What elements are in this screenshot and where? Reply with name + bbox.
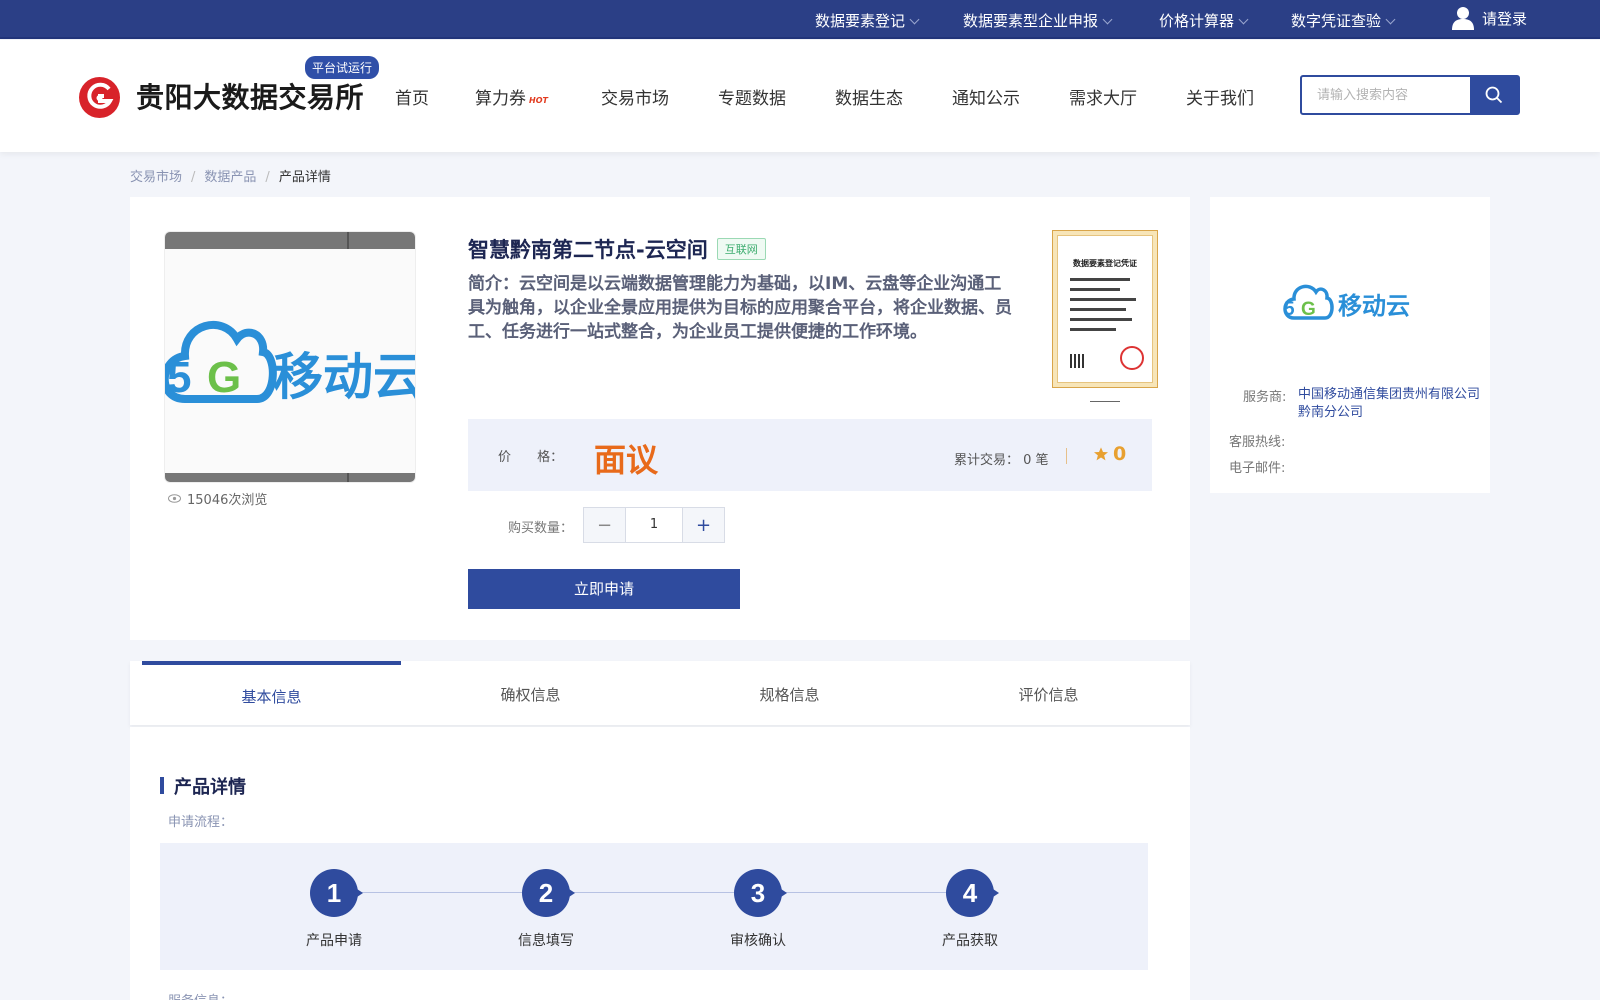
brand-name[interactable]: 贵阳大数据交易所: [136, 76, 364, 116]
apply-now-button[interactable]: 立即申请: [468, 569, 740, 609]
search-icon: [1485, 86, 1503, 104]
image-top-bar: [165, 232, 415, 249]
step-4-label: 产品获取: [942, 933, 998, 949]
detail-tabs: 基本信息 确权信息 规格信息 评价信息: [130, 661, 1190, 725]
svg-text:移动云: 移动云: [1338, 292, 1410, 320]
cumulative-trades: 累计交易： 0 笔: [954, 453, 1049, 468]
process-label: 申请流程：: [168, 815, 234, 830]
quantity-label: 购买数量：: [508, 521, 574, 536]
quantity-value[interactable]: 1: [625, 508, 683, 542]
nav-announcements[interactable]: 通知公示: [952, 84, 1020, 109]
service-info-label: 服务信息：: [168, 990, 233, 1000]
hot-badge: HOT: [529, 96, 548, 105]
step-3-label: 审核确认: [730, 933, 786, 949]
topbar-link-enterprise-declaration[interactable]: 数据要素型企业申报: [963, 10, 1113, 31]
nav-trading-market[interactable]: 交易市场: [601, 84, 669, 109]
step-4-badge: 4: [946, 869, 999, 917]
search-button[interactable]: [1470, 77, 1518, 113]
svg-text:5: 5: [167, 353, 191, 402]
star-icon: [1094, 447, 1108, 461]
provider-name[interactable]: 中国移动通信集团贵州有限公司黔南分公司: [1298, 386, 1483, 422]
price-value: 面议: [594, 441, 659, 479]
increase-button[interactable]: +: [683, 508, 724, 542]
step-3-badge: 3: [734, 869, 787, 917]
exchange-logo-icon[interactable]: [79, 77, 120, 118]
topbar-link-price-calculator[interactable]: 价格计算器: [1159, 10, 1249, 31]
registration-certificate[interactable]: 数据要素登记凭证: [1052, 230, 1158, 388]
tab-spec-info[interactable]: 规格信息: [660, 661, 919, 725]
provider-label: 服务商:: [1243, 390, 1287, 405]
image-bottom-bar: [165, 473, 415, 482]
step-1-badge: 1: [310, 869, 363, 917]
category-tag: 互联网: [716, 238, 766, 260]
search-input[interactable]: [1302, 77, 1472, 113]
view-count: 15046次浏览: [168, 489, 267, 508]
top-bar: 数据要素登记 数据要素型企业申报 价格计算器 数字凭证查验 请登录: [0, 0, 1600, 39]
svg-text:5: 5: [1284, 299, 1295, 320]
chevron-down-icon: [1102, 14, 1113, 25]
breadcrumb: 交易市场 / 数据产品 / 产品详情: [130, 166, 331, 185]
breadcrumb-data-products[interactable]: 数据产品: [204, 170, 256, 185]
nav-data-ecosystem[interactable]: 数据生态: [835, 84, 903, 109]
eye-icon: [168, 494, 181, 503]
rating: 0: [1093, 443, 1126, 465]
quantity-stepper: − 1 +: [583, 507, 725, 543]
breadcrumb-trading-market[interactable]: 交易市场: [130, 170, 182, 185]
vendor-logo-icon: 5 G 移动云: [1283, 284, 1410, 320]
step-2-label: 信息填写: [518, 933, 574, 949]
chevron-down-icon: [1238, 14, 1249, 25]
nav-about-us[interactable]: 关于我们: [1186, 84, 1254, 109]
step-connector: [334, 892, 970, 893]
svg-text:G: G: [1301, 299, 1316, 320]
tab-rights-info[interactable]: 确权信息: [401, 661, 660, 725]
tab-review-info[interactable]: 评价信息: [919, 661, 1178, 725]
topbar-link-certificate-check[interactable]: 数字凭证查验: [1291, 10, 1396, 31]
user-icon: [1452, 7, 1474, 30]
price-panel: 价 格： 面议 累计交易： 0 笔 0: [468, 419, 1152, 491]
certificate-title: 数据要素登记凭证: [1073, 259, 1137, 268]
trial-badge: 平台试运行: [305, 56, 380, 79]
tab-basic-info[interactable]: 基本信息: [142, 661, 401, 725]
topbar-link-data-registration[interactable]: 数据要素登记: [815, 10, 920, 31]
nav-compute-voucher[interactable]: 算力券 HOT: [475, 84, 548, 109]
search-box: [1300, 75, 1520, 115]
step-2-badge: 2: [522, 869, 575, 917]
decrease-button[interactable]: −: [584, 508, 625, 542]
nav-home[interactable]: 首页: [395, 84, 429, 109]
product-title: 智慧黔南第二节点-云空间 互联网: [468, 234, 766, 264]
breadcrumb-current: 产品详情: [278, 170, 331, 185]
divider: [1066, 448, 1067, 464]
seal-icon: [1120, 346, 1144, 370]
svg-text:G: G: [207, 353, 241, 402]
certificate-indicator: [1090, 401, 1120, 402]
main-header: 贵阳大数据交易所 平台试运行 首页 算力券 HOT 交易市场 专题数据 数据生态 …: [0, 40, 1600, 152]
svg-text:移动云: 移动云: [273, 348, 416, 406]
nav-topic-data[interactable]: 专题数据: [718, 84, 786, 109]
price-label: 价 格：: [498, 450, 564, 465]
chevron-down-icon: [909, 14, 920, 25]
qr-code-icon: [1070, 354, 1084, 368]
application-steps: 1 2 3 4 产品申请 信息填写 审核确认 产品获取: [160, 843, 1148, 970]
breadcrumb-separator: /: [265, 170, 270, 185]
step-1-label: 产品申请: [306, 933, 362, 949]
breadcrumb-separator: /: [191, 170, 196, 185]
product-image[interactable]: 5 G 移动云: [164, 231, 416, 483]
product-description: 简介：云空间是以云端数据管理能力为基础，以IM、云盘等企业沟通工具为触角，以企业…: [468, 274, 1012, 342]
nav-demand-hall[interactable]: 需求大厅: [1069, 84, 1137, 109]
chevron-down-icon: [1385, 14, 1396, 25]
section-title: 产品详情: [160, 773, 246, 799]
email-label: 电子邮件:: [1229, 461, 1286, 476]
hotline-label: 客服热线:: [1229, 435, 1286, 450]
mobile-cloud-logo-icon: 5 G 移动云: [165, 320, 416, 406]
login-link[interactable]: 请登录: [1452, 6, 1527, 30]
